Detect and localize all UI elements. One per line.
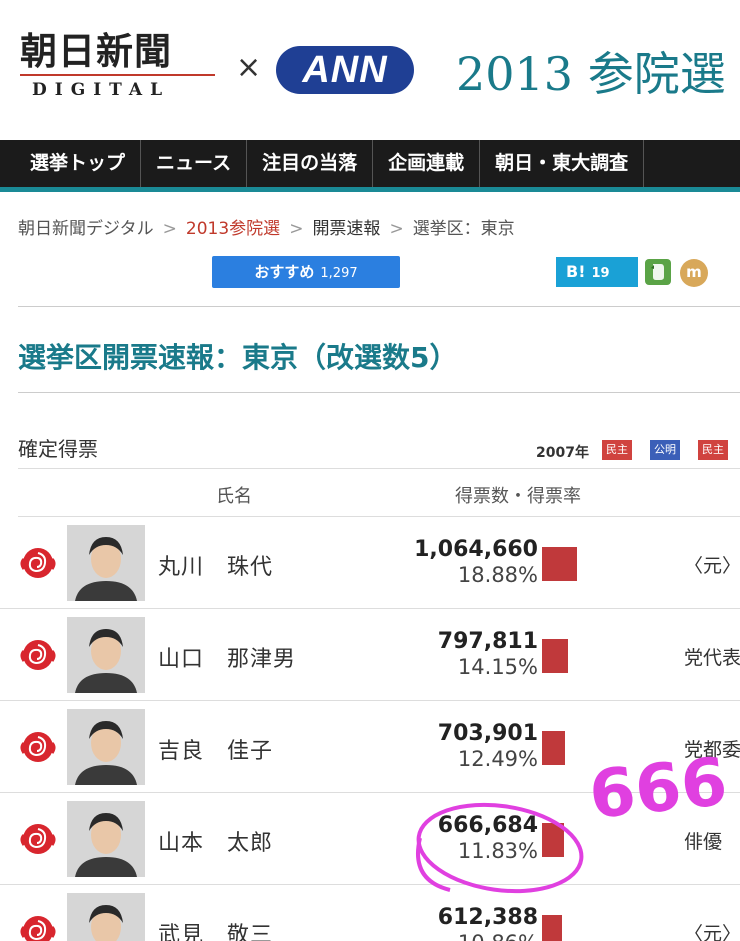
vote-percentage: 14.15% [457,655,538,679]
table-row: 山口 那津男 797,811 14.15% 党代表 [0,609,740,701]
candidate-photo [67,525,145,601]
nav-item-asahi-todai-survey[interactable]: 朝日・東大調査 [480,140,645,187]
hatena-count: 19 [591,266,610,281]
breadcrumb-results[interactable]: 開票速報 [312,219,380,239]
hatena-bookmark-button[interactable]: B! 19 [556,257,638,287]
breadcrumb-current: 選挙区：東京 [412,219,515,239]
vote-bar [542,547,577,581]
candidate-name[interactable]: 山口 那津男 [158,641,296,673]
ann-logo[interactable]: ANN [276,46,414,94]
candidate-status: 〈元〉 [684,555,740,577]
party-badge: 公明 [650,440,680,460]
breadcrumb-separator: > [289,219,304,239]
rose-icon [18,821,58,857]
rose-icon [18,729,58,765]
year-label: 2007年 [536,445,589,461]
nav-item-features[interactable]: 企画連載 [373,140,481,187]
party-badge: 民主 [698,440,728,460]
vote-count: 797,811 [437,629,538,654]
candidate-status: 党都委 [684,739,740,761]
rose-icon [18,913,58,941]
table-row: 吉良 佳子 703,901 12.49% 党都委 [0,701,740,793]
recommend-label: おすすめ [254,263,315,281]
vote-bar [542,915,562,941]
vote-count: 703,901 [437,721,538,746]
vote-percentage: 11.83% [457,839,538,863]
vote-percentage: 18.88% [457,563,538,587]
mixi-icon[interactable]: m [680,259,708,287]
logo-underline [20,74,215,76]
asahi-digital-logo[interactable]: 朝日新聞 DIGITAL [20,30,220,100]
vote-bar [542,823,564,857]
election-title: 2013 参院選 [456,47,726,101]
divider [18,392,740,393]
nav-item-news[interactable]: ニュース [141,140,248,187]
rose-icon [18,637,58,673]
vote-count: 666,684 [437,813,538,838]
candidate-status: 党代表 [684,647,740,669]
candidate-name[interactable]: 丸川 珠代 [158,549,273,581]
candidate-name[interactable]: 武見 敬三 [158,917,273,941]
breadcrumb-separator: > [389,219,404,239]
candidate-photo [67,709,145,785]
breadcrumb: 朝日新聞デジタル >2013参院選 > 開票速報 > 選挙区：東京 [18,214,515,239]
site-header: 朝日新聞 DIGITAL × ANN 2013 参院選 [0,0,740,140]
vote-bar [542,639,568,673]
times-symbol: × [236,50,262,85]
rose-icon [18,545,58,581]
facebook-recommend-button[interactable]: おすすめ 1,297 [212,256,400,288]
candidate-status: 〈元〉 [684,923,740,941]
breadcrumb-home[interactable]: 朝日新聞デジタル [18,219,154,239]
page-title: 選挙区開票速報：東京（改選数5） [18,341,458,374]
divider [18,306,740,307]
vote-bar [542,731,565,765]
party-badge: 民主 [602,440,632,460]
candidate-name[interactable]: 吉良 佳子 [158,733,273,765]
nav-item-notable-results[interactable]: 注目の当落 [247,140,374,187]
evernote-icon[interactable] [645,259,671,285]
main-nav: 選挙トップ ニュース 注目の当落 企画連載 朝日・東大調査 [0,140,740,192]
candidate-photo [67,617,145,693]
column-header-votes: 得票数・得票率 [455,486,581,507]
nav-item-election-top[interactable]: 選挙トップ [0,140,142,187]
table-row: 丸川 珠代 1,064,660 18.88% 〈元〉 [0,517,740,609]
hatena-label: B! [566,262,586,281]
column-header-name: 氏名 [216,486,252,507]
asahi-logo-sub: DIGITAL [32,80,171,100]
vote-percentage: 12.49% [457,747,538,771]
candidate-photo [67,893,145,941]
candidate-photo [67,801,145,877]
table-row: 武見 敬三 612,38810.86% 〈元〉 [0,885,740,941]
vote-count: 1,064,660 [414,537,538,562]
vote-count: 612,388 [437,905,538,930]
breadcrumb-election[interactable]: 2013参院選 [186,219,280,239]
vote-percentage: 10.86% [458,931,538,941]
divider [18,468,740,469]
asahi-logo-kanji: 朝日新聞 [20,29,172,73]
section-label: 確定得票 [18,437,98,461]
candidate-name[interactable]: 山本 太郎 [158,825,273,857]
candidate-status: 俳優 [684,831,723,853]
breadcrumb-separator: > [162,219,177,239]
recommend-count: 1,297 [320,266,358,281]
table-row: 山本 太郎 666,684 11.83% 俳優 [0,793,740,885]
